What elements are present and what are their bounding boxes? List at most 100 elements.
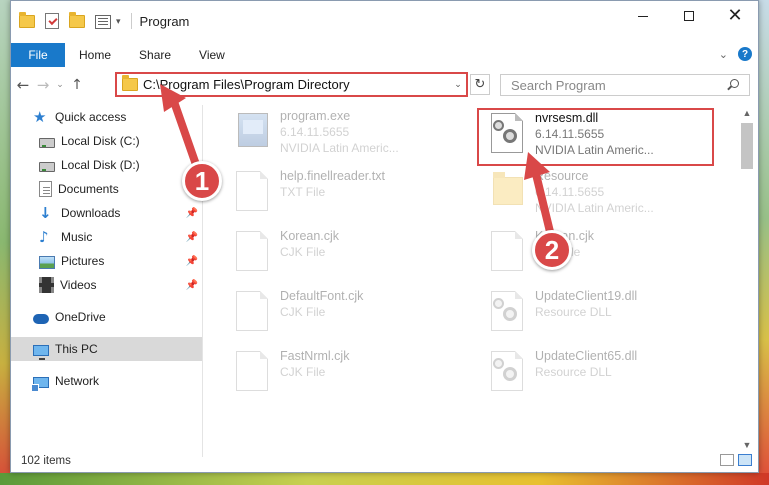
refresh-button[interactable]: ↻ xyxy=(470,74,490,95)
sidebar-item-label: This PC xyxy=(55,342,98,356)
sidebar-item-label: Network xyxy=(55,374,100,388)
folder-icon xyxy=(19,12,35,29)
dll-file-icon xyxy=(489,349,525,393)
search-input[interactable]: Search Program xyxy=(500,74,750,96)
minimize-button[interactable] xyxy=(620,1,666,31)
desktop-background-bottom xyxy=(0,473,769,485)
close-icon: ✕ xyxy=(727,5,743,26)
vertical-scrollbar[interactable]: ▲ ▼ xyxy=(738,105,756,453)
exe-file-icon xyxy=(234,109,270,153)
file-name: UpdateClient19.dll xyxy=(535,289,638,303)
file-name: help.finellreader.txt xyxy=(280,169,385,183)
cloud-icon xyxy=(33,314,49,324)
disk-icon xyxy=(39,138,55,148)
tab-share[interactable]: Share xyxy=(125,43,185,67)
address-dropdown-icon[interactable]: ⌄ xyxy=(450,79,466,90)
new-folder-icon[interactable] xyxy=(69,12,85,29)
help-icon[interactable]: ? xyxy=(738,47,752,61)
sidebar-item-onedrive[interactable]: OneDrive xyxy=(11,305,202,329)
address-folder-icon xyxy=(122,75,138,91)
forward-arrow-icon[interactable]: → xyxy=(33,76,53,94)
tab-file[interactable]: File xyxy=(11,43,65,67)
text-file-icon xyxy=(234,169,270,213)
pin-icon[interactable]: 📌 xyxy=(186,208,198,219)
file-name: FastNrml.cjk xyxy=(280,349,350,363)
file-type: CJK File xyxy=(280,245,326,259)
file-name: program.exe xyxy=(280,109,351,123)
sidebar-item-quick-access[interactable]: ★ Quick access xyxy=(11,105,202,129)
window-controls: ✕ xyxy=(620,1,758,41)
pin-icon[interactable]: 📌 xyxy=(186,256,198,267)
title-bar: ▾ Program ✕ xyxy=(11,1,758,41)
back-arrow-icon[interactable]: ← xyxy=(13,76,33,94)
sidebar-item-videos[interactable]: Videos 📌 xyxy=(11,273,202,297)
file-item[interactable]: DefaultFont.cjk CJK File xyxy=(224,287,464,343)
file-item[interactable]: help.finellreader.txt TXT File xyxy=(224,167,464,223)
pin-icon[interactable]: 📌 xyxy=(186,232,198,243)
desktop-background-right xyxy=(759,0,769,485)
file-item[interactable]: program.exe 6.14.11.5655 NVIDIA Latin Am… xyxy=(224,107,464,163)
pin-icon[interactable]: 📌 xyxy=(186,280,198,291)
sidebar-item-label: Local Disk (D:) xyxy=(61,158,140,172)
file-name: UpdateClient65.dll xyxy=(535,349,638,363)
file-type: TXT File xyxy=(280,185,326,199)
properties-icon[interactable] xyxy=(45,13,59,29)
sidebar-item-network[interactable]: Network xyxy=(11,369,202,393)
ribbon-right-controls: ⌄ ? xyxy=(719,47,752,61)
file-company: NVIDIA Latin Americ... xyxy=(280,141,399,155)
quick-access-dropdown-icon[interactable]: ▾ xyxy=(116,16,121,27)
sidebar-item-local-disk-d[interactable]: Local Disk (D:) xyxy=(11,153,202,177)
sidebar-item-pictures[interactable]: Pictures 📌 xyxy=(11,249,202,273)
file-item[interactable]: Resource 6.14.11.5655 NVIDIA Latin Ameri… xyxy=(479,167,719,223)
large-icons-view-icon[interactable] xyxy=(738,454,752,466)
file-name: DefaultFont.cjk xyxy=(280,289,364,303)
network-icon xyxy=(31,376,49,392)
view-toggle xyxy=(720,454,752,466)
documents-icon xyxy=(39,181,52,197)
address-path[interactable]: C:\Program Files\Program Directory xyxy=(143,77,450,92)
file-version: 6.14.11.5655 xyxy=(535,127,605,141)
cjk-file-icon xyxy=(234,349,270,393)
window-title: Program xyxy=(139,13,190,29)
navigation-pane: ★ Quick access Local Disk (C:) Local Dis… xyxy=(11,105,203,457)
file-company: NVIDIA Latin Americ... xyxy=(535,201,654,215)
customize-view-icon[interactable] xyxy=(95,14,111,29)
sidebar-item-downloads[interactable]: ↓ Downloads 📌 xyxy=(11,201,202,225)
file-item[interactable]: FastNrml.cjk CJK File xyxy=(224,347,464,403)
recent-locations-chevron-icon[interactable]: ⌄ xyxy=(53,80,67,90)
file-item-nvrsesm[interactable]: nvrsesm.dll 6.14.11.5655 NVIDIA Latin Am… xyxy=(479,109,719,165)
sidebar-item-label: Music xyxy=(61,230,93,244)
sidebar-item-label: Videos xyxy=(60,278,97,292)
tab-view[interactable]: View xyxy=(185,43,239,67)
pc-icon xyxy=(33,344,49,360)
step-marker-1: 1 xyxy=(182,161,222,201)
sidebar-item-this-pc[interactable]: This PC xyxy=(11,337,202,361)
details-view-icon[interactable] xyxy=(720,454,734,466)
scroll-up-icon[interactable]: ▲ xyxy=(738,105,756,121)
cjk-file-icon xyxy=(234,289,270,333)
file-item[interactable]: UpdateClient65.dll Resource DLL xyxy=(479,347,719,403)
sidebar-item-label: Local Disk (C:) xyxy=(61,134,140,148)
address-bar[interactable]: C:\Program Files\Program Directory ⌄ xyxy=(115,72,468,97)
sidebar-item-music[interactable]: ♪ Music 📌 xyxy=(11,225,202,249)
expand-ribbon-chevron-icon[interactable]: ⌄ xyxy=(719,48,728,61)
sidebar-item-local-disk-c[interactable]: Local Disk (C:) xyxy=(11,129,202,153)
file-item[interactable]: Korean.cjk CJK File xyxy=(479,227,719,283)
file-name: nvrsesm.dll xyxy=(535,111,599,125)
file-item[interactable]: Korean.cjk CJK File xyxy=(224,227,464,283)
file-item[interactable]: UpdateClient19.dll Resource DLL xyxy=(479,287,719,343)
sidebar-item-label: Pictures xyxy=(61,254,105,268)
tab-home[interactable]: Home xyxy=(65,43,125,67)
up-arrow-icon[interactable]: ↑ xyxy=(67,77,87,93)
quick-access-toolbar: ▾ xyxy=(19,12,140,29)
cjk-file-icon xyxy=(489,229,525,273)
ribbon-tabs: File Home Share View ⌄ ? xyxy=(11,43,758,67)
maximize-button[interactable] xyxy=(666,1,712,31)
folder-icon xyxy=(489,169,525,213)
sidebar-item-label: OneDrive xyxy=(55,310,106,324)
scrollbar-thumb[interactable] xyxy=(741,123,753,169)
file-type: CJK File xyxy=(280,365,326,379)
close-button[interactable]: ✕ xyxy=(712,1,758,31)
sidebar-item-documents[interactable]: Documents xyxy=(11,177,202,201)
file-name: Korean.cjk xyxy=(280,229,340,243)
